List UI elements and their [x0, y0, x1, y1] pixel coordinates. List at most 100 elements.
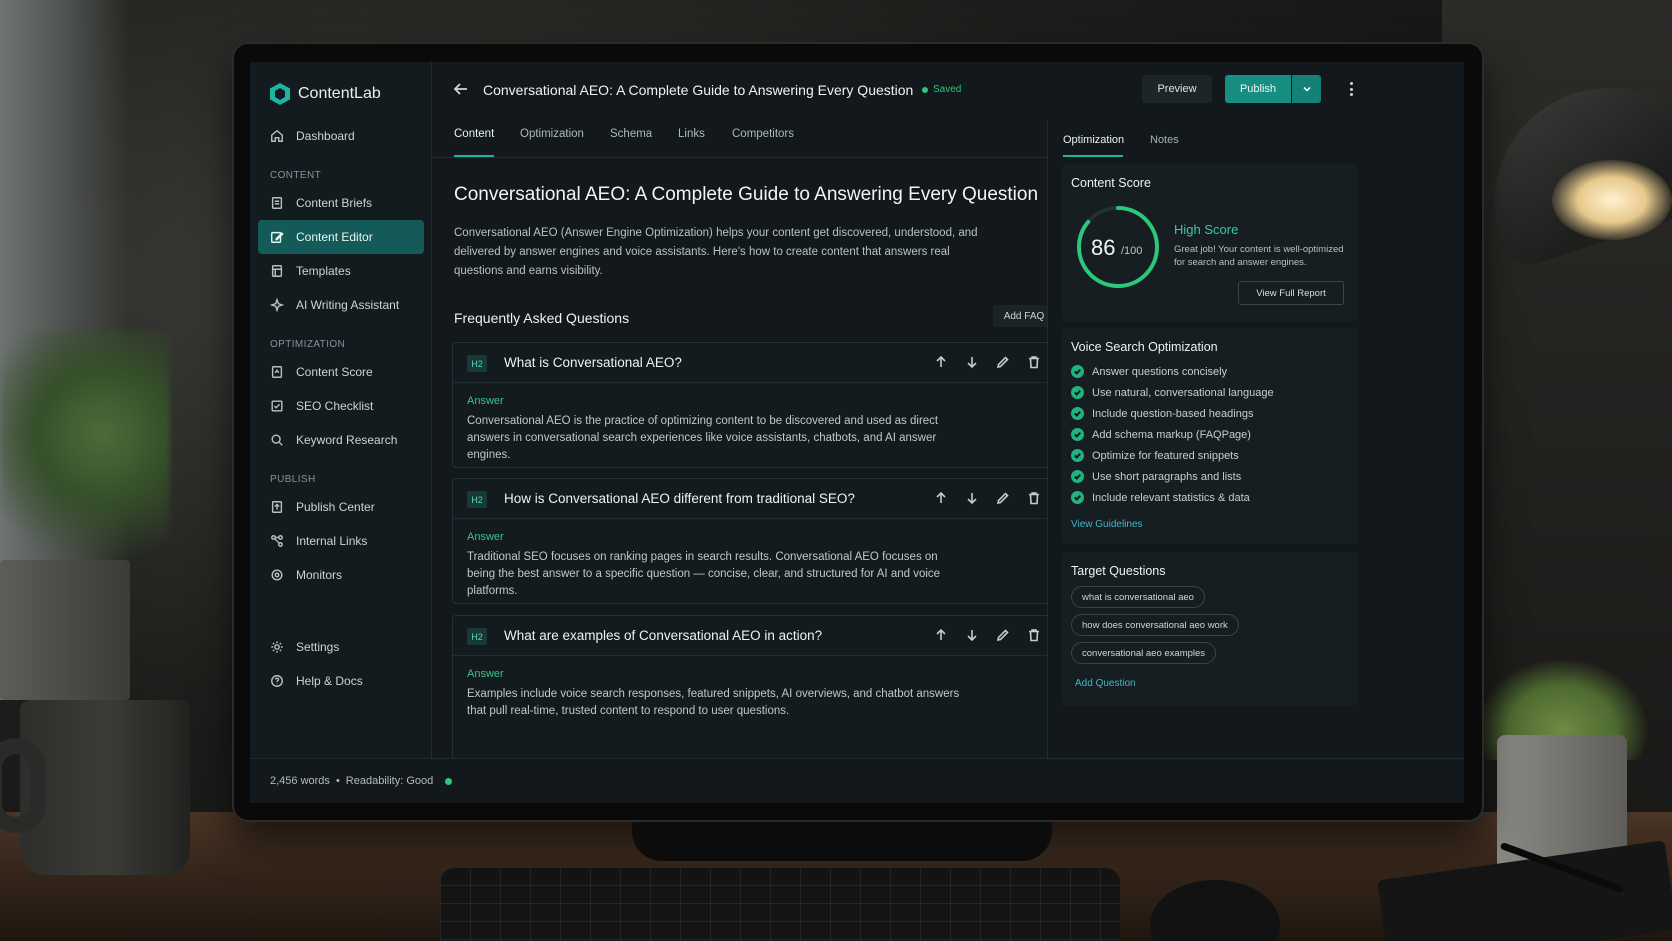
- trash-icon[interactable]: [1027, 491, 1041, 505]
- view-guidelines-link[interactable]: View Guidelines: [1071, 519, 1143, 530]
- tab-panel-optimization[interactable]: Optimization: [1063, 134, 1124, 146]
- score-gauge: [1077, 206, 1159, 288]
- editor-tabs: Content Optimization Schema Links Compet…: [432, 118, 1057, 158]
- faq-header: H2 How is Conversational AEO different f…: [453, 479, 1055, 519]
- sidebar-item-label: Templates: [296, 264, 351, 278]
- arrow-down-icon[interactable]: [965, 628, 979, 642]
- answer-label: Answer: [467, 395, 504, 407]
- app-name: ContentLab: [298, 85, 381, 102]
- sidebar-item-label: Settings: [296, 640, 340, 654]
- add-faq-button[interactable]: Add FAQ: [993, 305, 1055, 327]
- faq-question[interactable]: What is Conversational AEO?: [504, 355, 682, 370]
- check-circle-icon: [1071, 470, 1084, 483]
- pencil-icon[interactable]: [996, 628, 1010, 642]
- faq-header: H2 What are examples of Conversational A…: [453, 616, 1055, 656]
- sidebar-item-monitors[interactable]: Monitors: [258, 558, 424, 592]
- answer-label: Answer: [467, 668, 504, 680]
- score-description: Great job! Your content is well-optimize…: [1174, 244, 1344, 268]
- back-arrow-icon[interactable]: [452, 80, 470, 98]
- checklist-label: Include relevant statistics & data: [1092, 491, 1250, 504]
- sidebar-item-label: Publish Center: [296, 500, 375, 514]
- sidebar-item-settings[interactable]: Settings: [258, 630, 424, 664]
- pencil-icon[interactable]: [996, 491, 1010, 505]
- question-chip[interactable]: what is conversational aeo: [1071, 586, 1205, 608]
- faq-answer[interactable]: Examples include voice search responses,…: [467, 686, 967, 720]
- sidebar-item-content-briefs[interactable]: Content Briefs: [258, 186, 424, 220]
- sidebar-item-help-docs[interactable]: Help & Docs: [258, 664, 424, 698]
- tab-links[interactable]: Links: [678, 128, 705, 140]
- more-options-icon[interactable]: [1344, 80, 1358, 98]
- tab-optimization[interactable]: Optimization: [520, 128, 584, 140]
- publish-button[interactable]: Publish: [1225, 75, 1291, 103]
- app-logo[interactable]: ContentLab: [270, 83, 381, 105]
- tab-competitors[interactable]: Competitors: [732, 128, 794, 140]
- arrow-down-icon[interactable]: [965, 355, 979, 369]
- sidebar-item-label: Internal Links: [296, 534, 368, 548]
- view-full-report-button[interactable]: View Full Report: [1238, 281, 1344, 305]
- search-icon: [270, 433, 284, 447]
- faq-answer[interactable]: Conversational AEO is the practice of op…: [467, 413, 967, 464]
- link-icon: [270, 534, 284, 548]
- voice-search-title: Voice Search Optimization: [1071, 340, 1218, 354]
- readability-indicator: [445, 777, 453, 785]
- sidebar-item-ai-writing-assistant[interactable]: AI Writing Assistant: [258, 288, 424, 322]
- voice-search-card: Voice Search Optimization Answer questio…: [1061, 328, 1358, 544]
- trash-icon[interactable]: [1027, 355, 1041, 369]
- content-score-card: Content Score 86 /100 High Score Great j…: [1061, 164, 1358, 322]
- sidebar-item-internal-links[interactable]: Internal Links: [258, 524, 424, 558]
- score-icon: [270, 365, 284, 379]
- sidebar-item-content-score[interactable]: Content Score: [258, 355, 424, 389]
- target-questions-card: Target Questions what is conversational …: [1061, 552, 1358, 706]
- page-title[interactable]: Conversational AEO: A Complete Guide to …: [454, 184, 1038, 206]
- sidebar-item-seo-checklist[interactable]: SEO Checklist: [258, 389, 424, 423]
- section-label-publish: PUBLISH: [270, 474, 316, 485]
- question-chip[interactable]: how does conversational aeo work: [1071, 614, 1239, 636]
- checklist-item: Include question-based headings: [1071, 407, 1253, 420]
- arrow-up-icon[interactable]: [934, 355, 948, 369]
- tab-panel-notes[interactable]: Notes: [1150, 134, 1179, 146]
- document-icon: [270, 196, 284, 210]
- content-score-title: Content Score: [1071, 176, 1151, 190]
- status-bar: 2,456 words • Readability: Good: [250, 758, 1464, 803]
- keyboard: [440, 868, 1120, 941]
- editor-header: Conversational AEO: A Complete Guide to …: [432, 62, 1464, 118]
- app-screen: ContentLab Dashboard CONTENT Content Bri…: [250, 62, 1464, 803]
- sidebar-item-publish-center[interactable]: Publish Center: [258, 490, 424, 524]
- question-chip[interactable]: conversational aeo examples: [1071, 642, 1217, 664]
- faq-answer[interactable]: Traditional SEO focuses on ranking pages…: [467, 549, 967, 600]
- sidebar-item-content-editor[interactable]: Content Editor: [258, 220, 424, 254]
- status-dot: [922, 86, 928, 93]
- faq-actions: [934, 355, 1041, 369]
- intro-paragraph[interactable]: Conversational AEO (Answer Engine Optimi…: [454, 224, 984, 281]
- publish-dropdown-button[interactable]: [1292, 75, 1321, 103]
- add-question-link[interactable]: Add Question: [1075, 678, 1136, 689]
- section-label-content: CONTENT: [270, 170, 322, 181]
- sidebar-item-dashboard[interactable]: Dashboard: [258, 119, 424, 153]
- check-circle-icon: [1071, 407, 1084, 420]
- faq-header: H2 What is Conversational AEO?: [453, 343, 1055, 383]
- checklist-label: Use natural, conversational language: [1092, 386, 1274, 399]
- sidebar-item-keyword-research[interactable]: Keyword Research: [258, 423, 424, 457]
- score-max: /100: [1121, 245, 1143, 257]
- preview-button[interactable]: Preview: [1142, 75, 1212, 103]
- saved-label: Saved: [933, 84, 962, 95]
- arrow-up-icon[interactable]: [934, 491, 948, 505]
- trash-icon[interactable]: [1027, 628, 1041, 642]
- sidebar-item-label: Content Editor: [296, 230, 373, 244]
- check-circle-icon: [1071, 428, 1084, 441]
- gear-icon: [270, 640, 284, 654]
- sidebar-item-templates[interactable]: Templates: [258, 254, 424, 288]
- faq-question[interactable]: How is Conversational AEO different from…: [504, 491, 855, 506]
- checklist-label: Answer questions concisely: [1092, 365, 1228, 378]
- section-label-optimization: OPTIMIZATION: [270, 339, 346, 350]
- arrow-down-icon[interactable]: [965, 491, 979, 505]
- faq-question[interactable]: What are examples of Conversational AEO …: [504, 628, 822, 643]
- active-tab-indicator: [1063, 155, 1123, 157]
- pencil-icon[interactable]: [996, 355, 1010, 369]
- tab-schema[interactable]: Schema: [610, 128, 652, 140]
- checklist-label: Add schema markup (FAQPage): [1092, 428, 1251, 441]
- tab-content[interactable]: Content: [454, 128, 494, 140]
- sidebar-item-label: Help & Docs: [296, 674, 363, 688]
- arrow-up-icon[interactable]: [934, 628, 948, 642]
- active-tab-indicator: [454, 155, 494, 157]
